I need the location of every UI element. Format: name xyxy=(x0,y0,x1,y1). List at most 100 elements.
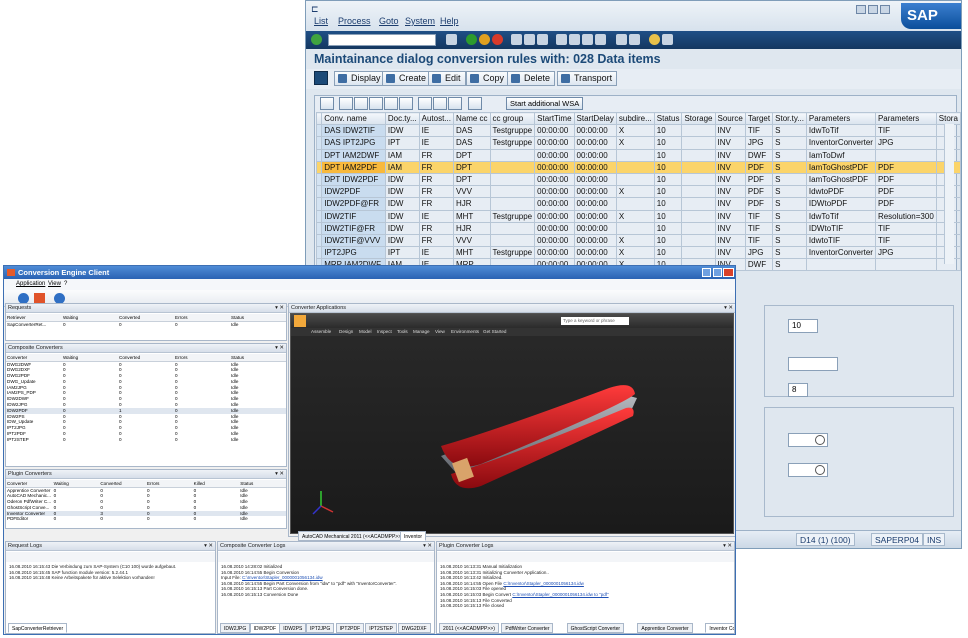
table-cell[interactable]: DPT IAM2PDF xyxy=(321,160,386,174)
table-cell[interactable]: TIF xyxy=(744,209,774,223)
table-cell[interactable]: TIF xyxy=(874,233,937,248)
table-cell[interactable]: 10 xyxy=(653,148,683,162)
table-cell[interactable]: S xyxy=(772,172,807,187)
table-cell[interactable] xyxy=(874,148,937,162)
table-row[interactable]: DPT IDW2PDF IDW FR DPT 00:00:00 00:00:00 10 INV… xyxy=(315,172,961,187)
table-cell[interactable]: IdwToTif xyxy=(805,124,876,138)
table-cell[interactable]: 00:00:00 xyxy=(534,148,575,162)
table-cell[interactable]: DPT xyxy=(452,172,491,187)
table-cell[interactable]: DAS IPT2JPG xyxy=(321,136,386,150)
value-help-field-2[interactable] xyxy=(788,463,828,477)
table-cell[interactable] xyxy=(681,160,716,174)
empty-field[interactable] xyxy=(788,357,838,371)
column-header[interactable]: Converter xyxy=(6,354,62,362)
table-cell[interactable]: INV xyxy=(714,172,746,187)
shortcut-icon[interactable] xyxy=(629,34,640,45)
table-cell[interactable]: IPT xyxy=(384,136,420,150)
table-cell[interactable]: 00:00:00 xyxy=(573,221,617,235)
table-cell[interactable]: HJR xyxy=(452,197,491,211)
table-cell[interactable] xyxy=(489,197,536,211)
column-header[interactable]: cc group xyxy=(489,111,536,126)
table-cell[interactable]: IDW2TIF xyxy=(321,209,386,223)
ribbon-tab-manage[interactable]: Manage xyxy=(413,328,430,336)
pane-close-icon[interactable]: ▾ ✕ xyxy=(204,542,213,551)
table-cell[interactable]: 00:00:00 xyxy=(573,148,617,162)
column-header[interactable]: subdire... xyxy=(615,111,655,126)
table-cell[interactable] xyxy=(489,160,536,174)
column-header[interactable]: Errors xyxy=(174,354,230,362)
inventor-viewport[interactable]: Type a keyword or phrase Assemble Design… xyxy=(290,313,734,534)
command-field[interactable] xyxy=(328,34,436,46)
menu-help[interactable]: ? xyxy=(64,279,67,290)
table-cell[interactable]: FR xyxy=(418,197,454,211)
table-cell[interactable]: PDF xyxy=(874,172,937,187)
table-cell[interactable]: S xyxy=(772,160,807,174)
pane-close-icon[interactable]: ▾ ✕ xyxy=(275,470,284,479)
table-cell[interactable] xyxy=(681,209,716,223)
column-header[interactable]: Parameters xyxy=(805,111,876,126)
table-cell[interactable]: IDW2PDF xyxy=(321,185,386,199)
table-cell[interactable]: FR xyxy=(418,185,454,199)
display-button[interactable]: Display xyxy=(334,71,386,86)
table-cell[interactable]: X xyxy=(615,233,655,248)
column-header[interactable]: Status xyxy=(239,480,286,488)
table-cell[interactable]: IDW xyxy=(384,233,420,248)
table-row[interactable]: IDW2TIF@VVV IDW FR VVV 00:00:00 00:00:00 X 10 IN… xyxy=(315,233,961,248)
table-cell[interactable]: FR xyxy=(418,160,454,174)
table-cell[interactable]: IDW xyxy=(384,172,420,187)
table-cell[interactable]: X xyxy=(615,209,655,223)
table-cell[interactable] xyxy=(681,185,716,199)
column-header[interactable]: Conv. name xyxy=(321,111,386,126)
table-cell[interactable]: 00:00:00 xyxy=(534,172,575,187)
table-cell[interactable]: PDF xyxy=(874,160,937,174)
table-cell[interactable]: INV xyxy=(714,148,746,162)
table-cell[interactable]: JPG xyxy=(744,136,774,150)
layout-icon[interactable] xyxy=(662,34,673,45)
column-header[interactable]: Source xyxy=(714,111,746,126)
value-help-icon[interactable] xyxy=(815,435,825,445)
table-cell[interactable]: IDW xyxy=(384,197,420,211)
table-cell[interactable]: IDW xyxy=(384,221,420,235)
table-cell[interactable]: 10 xyxy=(653,172,683,187)
table-cell[interactable] xyxy=(681,124,716,138)
column-header[interactable]: Waiting xyxy=(52,480,100,488)
column-header[interactable]: Stora xyxy=(935,111,961,126)
table-cell[interactable]: InventorConverter xyxy=(805,246,876,260)
table-cell[interactable]: DPT IAM2DWF xyxy=(321,148,386,162)
table-cell[interactable] xyxy=(681,233,716,248)
table-cell[interactable]: S xyxy=(772,246,807,260)
table-cell[interactable]: IPT2JPG xyxy=(321,246,386,260)
new-session-icon[interactable] xyxy=(616,34,627,45)
ribbon-tab-model[interactable]: Model xyxy=(359,328,372,336)
grid-vertical-scrollbar[interactable] xyxy=(944,124,954,264)
column-header[interactable]: Converted xyxy=(99,480,146,488)
table-cell[interactable]: DAS IDW2TIF xyxy=(321,124,386,138)
exit-icon[interactable] xyxy=(479,34,490,45)
table-cell[interactable]: 10 xyxy=(653,185,683,199)
table-row[interactable]: DAS IPT2JPG IPT IE DAS Testgruppe 00:00:00 00:… xyxy=(315,136,961,150)
table-cell[interactable]: DAS xyxy=(452,136,491,150)
layout-grid-icon[interactable] xyxy=(468,97,482,110)
table-cell[interactable] xyxy=(805,258,876,272)
table-cell[interactable]: VVV xyxy=(452,185,491,199)
table-cell[interactable] xyxy=(615,148,655,162)
column-header[interactable]: Status xyxy=(230,314,286,322)
table-cell[interactable]: IE xyxy=(418,136,454,150)
minimize-button[interactable] xyxy=(702,268,711,277)
table-row[interactable]: PDFEditor 0 0 0 0 Idle xyxy=(6,516,286,522)
table-row[interactable]: DAS IDW2TIF IDW IE DAS Testgruppe 00:00:00 00:… xyxy=(315,124,961,138)
table-row[interactable]: IDW2PDF@FR IDW FR HJR 00:00:00 00:00:00 10 INV P… xyxy=(315,197,961,211)
pane-close-icon[interactable]: ▾ ✕ xyxy=(723,542,732,551)
table-cell[interactable]: VVV xyxy=(452,233,491,248)
pane-close-icon[interactable]: ▾ ✕ xyxy=(275,304,284,313)
table-cell[interactable]: HJR xyxy=(452,221,491,235)
column-header[interactable]: Status xyxy=(230,354,286,362)
maximize-button[interactable] xyxy=(868,5,878,14)
table-cell[interactable]: INV xyxy=(714,124,746,138)
table-cell[interactable]: IDW2TIF@FR xyxy=(321,221,386,235)
table-cell[interactable]: IAM xyxy=(384,148,420,162)
table-cell[interactable] xyxy=(681,221,716,235)
value-field-8[interactable]: 8 xyxy=(788,383,808,397)
table-cell[interactable]: INV xyxy=(714,246,746,260)
table-cell[interactable]: IDW2PDF@FR xyxy=(321,197,386,211)
